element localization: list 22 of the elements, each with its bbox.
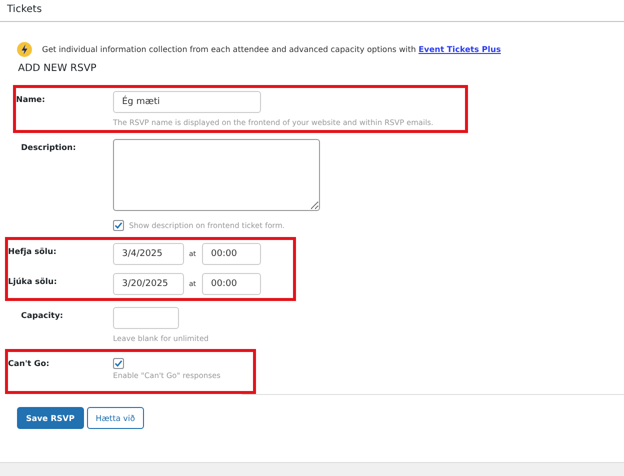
field-label: Capacity:	[21, 310, 64, 322]
field-label: Description:	[21, 142, 77, 154]
upgrade-link[interactable]: Event Tickets Plus	[418, 45, 501, 54]
field-label: Name:	[16, 94, 46, 106]
date-input[interactable]: 3/4/2025	[113, 243, 184, 265]
checkbox[interactable]	[113, 220, 124, 231]
description-textarea[interactable]	[113, 139, 320, 211]
field-label: Ljúka sölu:	[8, 276, 58, 288]
date-input[interactable]: 3/20/2025	[113, 273, 184, 295]
time-input[interactable]: 00:00	[202, 243, 262, 265]
section-heading: ADD NEW RSVP	[17, 62, 98, 76]
checkbox[interactable]	[113, 358, 124, 369]
save-button[interactable]: Save RSVP	[17, 407, 84, 429]
field-label: Can't Go:	[8, 358, 50, 370]
lightning-icon	[17, 42, 32, 57]
capacity-input[interactable]	[113, 307, 179, 329]
notice-text: Get individual information collection from each attendee and advanced capacity options with Event Tickets Plus	[42, 45, 501, 54]
field-label: Hefja sölu:	[8, 246, 58, 258]
time-input[interactable]: 00:00	[202, 273, 262, 295]
panel-title: Tickets	[0, 0, 624, 22]
name-input[interactable]: Ég mæti	[113, 91, 261, 113]
cancel-button[interactable]: Hætta við	[86, 407, 144, 429]
